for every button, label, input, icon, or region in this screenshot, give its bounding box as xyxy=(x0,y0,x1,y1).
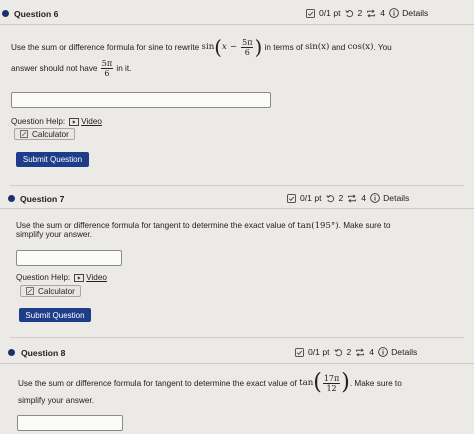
question-6-minus: − xyxy=(229,41,238,52)
retry-arrows-icon xyxy=(366,9,376,18)
question-6-header: Question 6 0/1 pt 2 4 Details xyxy=(0,3,474,25)
question-6-submit-button[interactable]: Submit Question xyxy=(16,152,89,167)
question-6-answer-input[interactable] xyxy=(11,92,271,108)
question-6-help-label: Question Help: xyxy=(11,117,66,126)
question-7-8-separator xyxy=(10,337,464,338)
question-6-meta: 0/1 pt 2 4 Details xyxy=(306,8,428,18)
question-6-line2-frac-den: 6 xyxy=(104,69,110,78)
question-6-video-link[interactable]: Video xyxy=(69,117,102,126)
question-6-calculator-button[interactable]: Calculator xyxy=(14,128,75,140)
question-6-bullet xyxy=(2,10,9,17)
question-6-text-middle: in terms of xyxy=(264,42,303,52)
question-7-video-link[interactable]: Video xyxy=(74,273,107,282)
question-8-left-paren: ( xyxy=(313,370,322,395)
question-6-cos-x: cos(x) xyxy=(347,41,374,52)
question-8-title: Question 8 xyxy=(21,348,66,358)
question-7-details-button[interactable]: Details xyxy=(370,193,409,203)
calculator-icon xyxy=(26,287,34,295)
question-6-help: Question Help: Video xyxy=(11,117,102,126)
retry-arrows-icon xyxy=(347,194,357,203)
question-7-bullet xyxy=(8,195,15,202)
question-7-answer-input[interactable] xyxy=(16,250,122,266)
question-6-line2-fraction: 5π 6 xyxy=(100,59,114,78)
question-6-left-paren: ( xyxy=(214,35,223,59)
question-6-details-button[interactable]: Details xyxy=(389,8,428,18)
question-6-right-paren: ) xyxy=(254,35,263,59)
question-7-help: Question Help: Video xyxy=(16,273,107,282)
question-8-text-before: Use the sum or difference formula for ta… xyxy=(18,378,297,388)
question-7: Question 7 0/1 pt 2 4 Details Use the su… xyxy=(0,189,474,329)
question-6-7-separator xyxy=(10,185,464,186)
question-7-points: 0/1 pt xyxy=(300,193,322,203)
info-icon xyxy=(389,8,399,18)
question-8: Question 8 0/1 pt 2 4 Details Use the su… xyxy=(0,342,474,434)
question-6-line2-frac-num: 5π xyxy=(100,59,114,69)
question-7-video-label: Video xyxy=(86,273,107,282)
question-8-frac-den: 12 xyxy=(326,383,337,393)
question-6-calculator-label: Calculator xyxy=(32,129,69,139)
question-7-text-after: . Make sure to xyxy=(338,221,391,230)
question-6-points: 0/1 pt xyxy=(319,8,341,18)
question-7-attempts: 4 xyxy=(361,193,367,203)
question-8-prompt-line1: Use the sum or difference formula for ta… xyxy=(18,372,402,394)
question-7-details-label: Details xyxy=(383,193,410,203)
question-6-sin-x: sin(x) xyxy=(305,41,330,52)
question-6-title: Question 6 xyxy=(14,9,59,19)
question-6-details-label: Details xyxy=(402,8,429,18)
question-7-submit-button[interactable]: Submit Question xyxy=(19,308,91,322)
retry-arrows-icon xyxy=(355,348,365,357)
question-8-header: Question 8 0/1 pt 2 4 Details xyxy=(0,342,474,364)
question-6-frac-den: 6 xyxy=(244,47,250,57)
question-8-func: tan xyxy=(299,377,314,388)
question-8-prompt-line2: simplify your answer. xyxy=(18,396,94,405)
question-6-frac-num: 5π xyxy=(241,37,254,48)
question-8-details-button[interactable]: Details xyxy=(378,347,417,357)
info-icon xyxy=(378,347,388,357)
question-7-calculator-label: Calculator xyxy=(38,286,75,296)
question-6-line2-end: in it. xyxy=(116,64,132,73)
question-6-var: x xyxy=(222,41,227,52)
question-6-and: and xyxy=(331,42,346,52)
question-7-title: Question 7 xyxy=(20,194,65,204)
question-7-header: Question 7 0/1 pt 2 4 Details xyxy=(0,189,474,209)
question-8-fraction: 17π 12 xyxy=(322,373,341,393)
question-6-tries: 2 xyxy=(357,8,363,18)
question-8-points: 0/1 pt xyxy=(308,347,330,357)
question-8-frac-num: 17π xyxy=(322,373,341,384)
question-6-prompt-line1: Use the sum or difference formula for si… xyxy=(11,37,392,57)
question-8-meta: 0/1 pt 2 4 Details xyxy=(295,347,417,357)
question-6-video-label: Video xyxy=(81,117,102,126)
info-icon xyxy=(370,193,380,203)
question-8-text-after: . Make sure to xyxy=(349,378,402,388)
question-6-attempts: 4 xyxy=(380,8,386,18)
score-checkbox-icon xyxy=(287,193,296,203)
question-8-details-label: Details xyxy=(391,347,418,357)
question-7-meta: 0/1 pt 2 4 Details xyxy=(287,193,409,203)
question-6-text-you: . You xyxy=(373,42,392,52)
video-icon xyxy=(69,117,80,126)
calculator-icon xyxy=(20,130,28,138)
question-6-fraction: 5π 6 xyxy=(241,37,254,57)
question-6: Question 6 0/1 pt 2 4 Details Use the su… xyxy=(0,0,474,180)
question-6-func: sin xyxy=(201,41,215,52)
question-7-tries: 2 xyxy=(338,193,344,203)
question-7-help-label: Question Help: xyxy=(16,273,71,282)
undo-icon xyxy=(344,9,354,18)
question-6-text-before: Use the sum or difference formula for si… xyxy=(11,42,200,52)
question-8-bullet xyxy=(8,349,15,356)
question-8-answer-input[interactable] xyxy=(17,415,123,431)
question-8-tries: 2 xyxy=(346,347,352,357)
question-7-prompt-line2: simplify your answer. xyxy=(16,230,92,239)
score-checkbox-icon xyxy=(306,8,315,18)
undo-icon xyxy=(333,348,343,357)
video-icon xyxy=(74,273,85,282)
question-7-calculator-button[interactable]: Calculator xyxy=(20,285,81,297)
score-checkbox-icon xyxy=(295,347,304,357)
question-7-expr: tan(195°) xyxy=(297,221,339,231)
question-6-line2-start: answer should not have xyxy=(11,64,98,73)
question-8-attempts: 4 xyxy=(369,347,375,357)
undo-icon xyxy=(325,194,335,203)
question-8-right-paren: ) xyxy=(341,370,350,395)
question-6-prompt-line2: answer should not have 5π 6 in it. xyxy=(11,59,131,78)
